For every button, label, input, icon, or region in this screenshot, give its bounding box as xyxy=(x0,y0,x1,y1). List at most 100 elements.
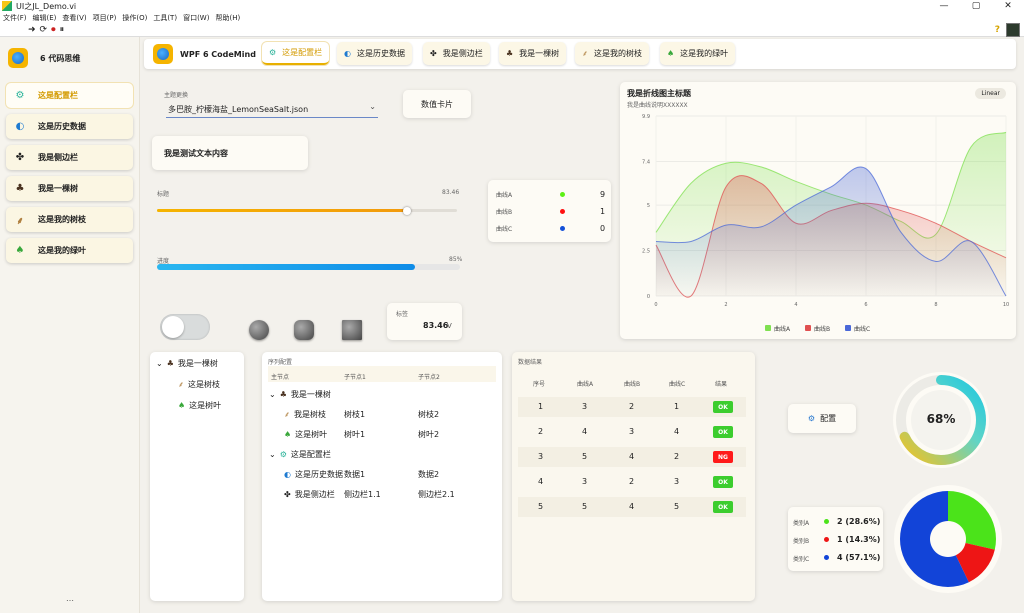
round-led[interactable] xyxy=(249,320,269,340)
tree-icon: ♣ xyxy=(506,49,514,58)
row-label: 这是树叶 xyxy=(295,430,328,439)
sidebar-item-tree[interactable]: ♣ 我是一棵树 xyxy=(6,176,133,201)
sidebar-item-label: 我是一棵树 xyxy=(38,184,78,193)
menu-project[interactable]: 项目(P) xyxy=(90,13,120,23)
legend-label: 曲线A xyxy=(774,325,791,333)
run-icon[interactable]: ➜ xyxy=(28,25,36,35)
tree-node-root[interactable]: ⌄ ♣ 我是一棵树 xyxy=(156,358,218,369)
result-badge: OK xyxy=(713,476,733,488)
tree-node-leaf[interactable]: ♠ 这是树叶 xyxy=(178,400,221,411)
toggle-switch[interactable] xyxy=(160,314,210,340)
header-brand: WPF 6 CodeMind xyxy=(153,44,256,64)
toolstrip: ➜ ⟳ ⏺ ⏸ ? xyxy=(0,23,1024,37)
donut-chart xyxy=(894,485,1002,593)
history-icon: ◐ xyxy=(344,49,351,58)
menu-view[interactable]: 查看(V) xyxy=(59,13,89,23)
leaf-icon: ♠ xyxy=(667,49,675,58)
table-row[interactable]: ⌄ ⚙ 这是配置栏 xyxy=(269,449,331,460)
menu-help[interactable]: 帮助(H) xyxy=(212,13,243,23)
pause-icon[interactable]: ⏸ xyxy=(60,25,65,35)
table-cell: 1 xyxy=(674,402,680,411)
slider-thumb[interactable] xyxy=(403,207,412,215)
table-row[interactable]: ✤ 我是侧边栏 xyxy=(284,489,335,500)
sidebar-item-label: 这是我的树枝 xyxy=(38,215,86,224)
sidebar-item-history[interactable]: ◐ 这是历史数据 xyxy=(6,114,133,139)
grid-icon: ✤ xyxy=(284,490,291,499)
close-button[interactable]: ✕ xyxy=(992,0,1024,12)
x-tick-label: 2 xyxy=(724,302,727,308)
sidebar-brand-label: 6 代码思维 xyxy=(40,53,81,63)
legend-swatch xyxy=(805,325,811,331)
menu-tools[interactable]: 工具(T) xyxy=(150,13,180,23)
gear-icon: ⚙ xyxy=(279,450,287,459)
sidebar-item-sidebar[interactable]: ✤ 我是侧边栏 xyxy=(6,145,133,170)
tree-node-branch[interactable]: ⸙ 这是树枝 xyxy=(178,379,220,390)
help-icon[interactable]: ? xyxy=(995,25,1000,35)
pie-legend-value: 1 (14.3%) xyxy=(837,535,881,544)
tree-table-header xyxy=(268,366,496,382)
table-cell: 4 xyxy=(629,502,635,511)
table-cell: 4 xyxy=(582,427,588,436)
table-row[interactable]: ◐ 这是历史数据 xyxy=(284,469,343,480)
header-brand-label: WPF 6 CodeMind xyxy=(180,49,256,59)
slider-caption: 标题 xyxy=(157,191,170,198)
column-header: 子节点2 xyxy=(418,374,440,381)
menu-file[interactable]: 文件(F) xyxy=(0,13,30,23)
tab-leaf[interactable]: ♠ 这是我的绿叶 xyxy=(660,42,736,65)
theme-select[interactable]: 主题更换 多巴胺_柠檬海盐_LemonSeaSalt.json ⌄ xyxy=(152,84,388,122)
legend-label: 曲线B xyxy=(814,325,830,333)
combo-underline xyxy=(166,117,378,118)
square-led[interactable] xyxy=(342,320,362,340)
value-card-button[interactable]: 数值卡片 xyxy=(403,90,471,118)
legend-row: 曲线B 1 xyxy=(496,207,606,216)
leaf-icon: ♠ xyxy=(284,430,292,439)
menu-window[interactable]: 窗口(W) xyxy=(180,13,212,23)
legend-row: 曲线C 0 xyxy=(496,224,606,233)
result-badge: OK xyxy=(713,401,733,413)
legend-value: 0 xyxy=(600,224,606,233)
window-title: UI之JL_Demo.vi xyxy=(16,1,77,11)
tab-sidebar[interactable]: ✤ 我是侧边栏 xyxy=(423,42,490,65)
tree-table: 序列配置 主节点 子节点1 子节点2 ⌄ ♣ 我是一棵树 ⸙ 我是树枝 树枝1 … xyxy=(262,352,502,601)
sidebar-item-config[interactable]: ⚙ 这是配置栏 xyxy=(6,83,133,108)
chevron-down-icon[interactable]: ⌄ xyxy=(156,359,163,368)
chevron-down-icon[interactable]: ⌄ xyxy=(269,450,276,459)
chevron-down-icon[interactable]: ⌄ xyxy=(269,390,276,399)
run-continuous-icon[interactable]: ⟳ xyxy=(40,25,48,35)
sidebar-item-branch[interactable]: ⸙ 这是我的树枝 xyxy=(6,207,133,232)
legend-name: 曲线A xyxy=(496,192,513,199)
config-button[interactable]: ⚙ 配置 xyxy=(788,404,856,433)
table-row[interactable]: ⸙ 我是树枝 xyxy=(284,409,326,420)
table-cell: 侧边栏1.1 xyxy=(344,490,381,499)
tree-icon: ♣ xyxy=(279,390,287,399)
gear-icon: ⚙ xyxy=(15,90,25,101)
result-badge: NG xyxy=(713,451,733,463)
abort-icon[interactable]: ⏺ xyxy=(51,25,56,35)
leaf-icon: ♠ xyxy=(15,245,25,256)
sidebar-item-label: 我是侧边栏 xyxy=(38,153,78,162)
table-cell: 树叶2 xyxy=(418,430,440,439)
menu-edit[interactable]: 编辑(E) xyxy=(30,13,60,23)
chevron-down-icon: ⌄ xyxy=(369,102,376,111)
maximize-button[interactable]: ▢ xyxy=(960,0,992,12)
theme-select-value: 多巴胺_柠檬海盐_LemonSeaSalt.json xyxy=(168,105,309,114)
column-header: 子节点1 xyxy=(344,374,366,381)
sidebar-collapse-button[interactable]: … xyxy=(66,594,74,603)
result-badge: OK xyxy=(713,501,733,513)
menu-operate[interactable]: 操作(O) xyxy=(119,13,150,23)
table-cell: 树叶1 xyxy=(344,430,366,439)
sidebar-item-label: 这是历史数据 xyxy=(38,122,86,131)
tab-tree[interactable]: ♣ 我是一棵树 xyxy=(499,42,567,65)
tab-history[interactable]: ◐ 这是历史数据 xyxy=(337,42,412,65)
table-row[interactable]: ⌄ ♣ 我是一棵树 xyxy=(269,389,331,400)
tab-config[interactable]: ⚙ 这是配置栏 xyxy=(262,42,330,65)
rounded-square-led[interactable] xyxy=(294,320,314,340)
numeric-card-value: 83.46 xyxy=(423,321,449,330)
sidebar-item-leaf[interactable]: ♠ 这是我的绿叶 xyxy=(6,238,133,263)
minimize-button[interactable]: — xyxy=(928,0,960,12)
table-row[interactable]: ♠ 这是树叶 xyxy=(284,429,327,440)
data-table-caption: 数据结果 xyxy=(518,359,543,366)
tab-branch[interactable]: ⸙ 这是我的树枝 xyxy=(575,42,649,65)
x-tick-label: 4 xyxy=(794,302,797,308)
vi-thumbnail-icon xyxy=(1006,23,1020,37)
